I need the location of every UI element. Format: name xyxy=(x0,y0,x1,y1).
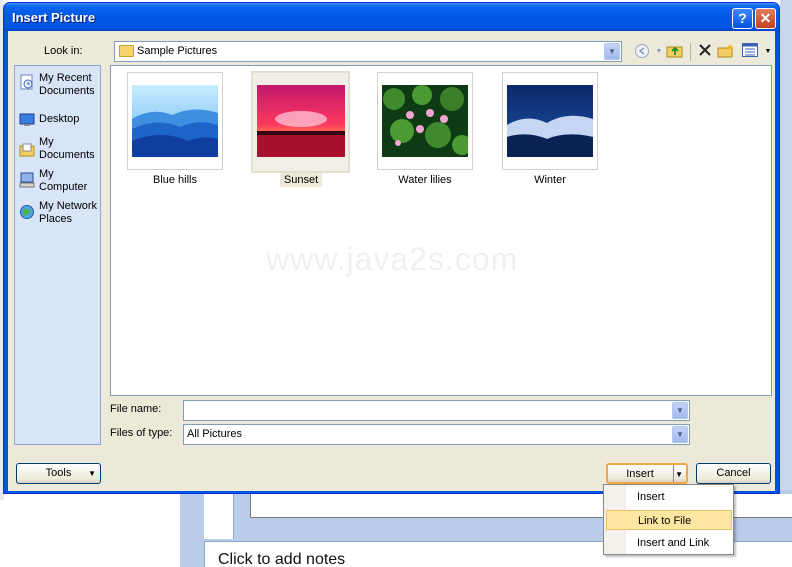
folder-icon xyxy=(119,45,134,57)
place-label: My Network Places xyxy=(39,200,98,225)
my-computer-icon xyxy=(19,172,35,188)
file-type-label: Files of type: xyxy=(110,427,173,439)
insert-label: Insert xyxy=(626,468,654,480)
file-type-select[interactable]: All Pictures ▼ xyxy=(183,424,690,445)
menu-item-insert-and-link[interactable]: Insert and Link xyxy=(606,533,732,553)
chevron-down-icon: ▼ xyxy=(88,469,96,478)
look-in-combo[interactable]: Sample Pictures ▼ xyxy=(114,41,622,62)
watermark: www.java2s.com xyxy=(266,241,519,277)
dialog-title: Insert Picture xyxy=(12,10,96,25)
insert-picture-dialog: Insert Picture ? ✕ Look in: Sample Pictu… xyxy=(3,2,780,494)
menu-item-label: Insert xyxy=(637,491,665,503)
file-type-value: All Pictures xyxy=(187,428,243,440)
insert-button[interactable]: Insert ▼ xyxy=(606,463,688,484)
new-folder-icon[interactable] xyxy=(717,43,735,61)
menu-item-label: Link to File xyxy=(638,515,692,527)
cancel-label: Cancel xyxy=(716,467,751,479)
up-folder-icon[interactable] xyxy=(666,43,684,61)
chevron-down-icon[interactable]: ▼ xyxy=(604,43,620,60)
blue-hills-image xyxy=(132,85,218,157)
file-name-label: Blue hills xyxy=(152,174,198,186)
recent-documents-icon xyxy=(19,74,35,90)
title-bar[interactable]: Insert Picture ? ✕ xyxy=(4,3,779,31)
dialog-body: Look in: Sample Pictures ▼ ▼ ▼ My Recent… xyxy=(8,31,775,491)
my-documents-icon xyxy=(19,142,35,158)
menu-item-insert[interactable]: Insert xyxy=(606,487,732,507)
tools-label: Tools xyxy=(45,467,72,479)
file-thumbnail-water-lilies[interactable] xyxy=(377,72,473,170)
place-label: Desktop xyxy=(39,113,80,125)
file-name-label: Water lilies xyxy=(398,174,452,186)
place-label: My Recent Documents xyxy=(39,72,95,97)
place-label: My Documents xyxy=(39,136,95,161)
sunset-image xyxy=(257,85,345,157)
winter-image xyxy=(507,85,593,157)
notes-placeholder: Click to add notes xyxy=(218,551,346,567)
file-thumbnail-blue-hills[interactable] xyxy=(127,72,223,170)
chevron-down-icon[interactable]: ▼ xyxy=(672,426,688,443)
chevron-down-icon[interactable]: ▼ xyxy=(672,402,688,419)
menu-item-label: Insert and Link xyxy=(637,537,710,549)
places-bar: My Recent Documents Desktop My Documents xyxy=(14,65,101,445)
back-arrow-icon[interactable] xyxy=(633,43,651,61)
screen: Click to add notes Insert Picture ? ✕ Lo… xyxy=(0,0,792,567)
insert-dropdown-arrow-icon[interactable]: ▼ xyxy=(675,465,683,484)
background-slide-thumbnail xyxy=(204,494,234,539)
delete-icon[interactable] xyxy=(696,43,714,61)
desktop-icon xyxy=(19,112,35,128)
selected-file-name: Sunset xyxy=(279,173,323,187)
close-button[interactable]: ✕ xyxy=(755,8,776,29)
file-thumbnail-winter[interactable] xyxy=(502,72,598,170)
menu-item-link-to-file[interactable]: Link to File xyxy=(606,510,732,530)
network-places-icon xyxy=(19,204,35,220)
cancel-button[interactable]: Cancel xyxy=(696,463,771,484)
water-lilies-image xyxy=(382,85,472,157)
toolbar-separator xyxy=(690,43,691,61)
insert-options-menu: Insert Link to File Insert and Link xyxy=(603,484,734,555)
look-in-value: Sample Pictures xyxy=(137,45,218,57)
background-app-panel xyxy=(780,0,792,567)
tools-button[interactable]: Tools ▼ xyxy=(16,463,101,484)
file-list-view[interactable]: www.java2s.com Blue hills Sunset Water l… xyxy=(110,65,772,396)
file-name-input[interactable]: ▼ xyxy=(183,400,690,421)
help-button[interactable]: ? xyxy=(732,8,753,29)
views-dropdown-icon[interactable]: ▼ xyxy=(759,43,777,61)
views-icon[interactable] xyxy=(741,43,759,61)
place-label: My Computer xyxy=(39,168,88,193)
split-divider xyxy=(673,465,674,482)
file-name-label: File name: xyxy=(110,403,162,415)
file-name-label: Winter xyxy=(534,174,566,186)
file-name-label-selected: Sunset xyxy=(241,173,361,187)
file-thumbnail-sunset[interactable] xyxy=(251,71,350,173)
look-in-label: Look in: xyxy=(44,45,83,57)
